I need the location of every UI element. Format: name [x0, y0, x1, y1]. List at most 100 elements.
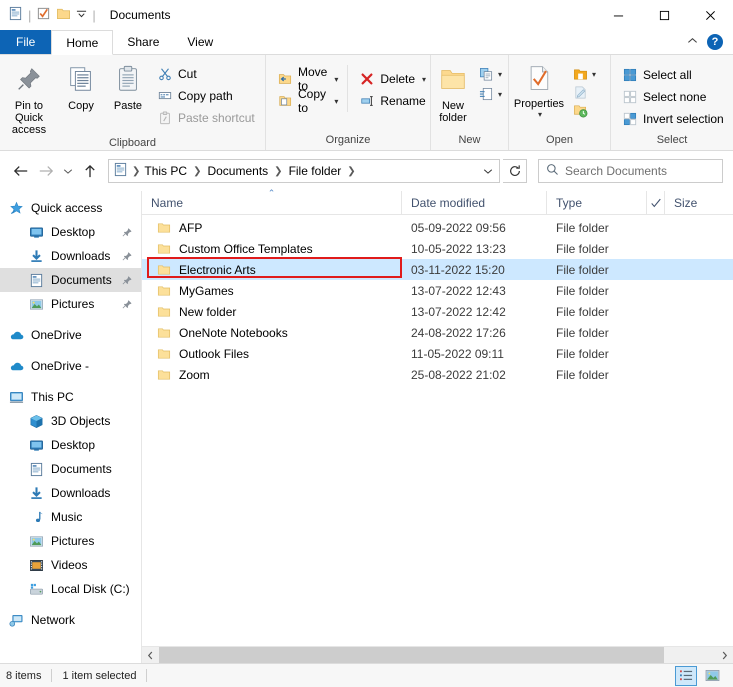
chevron-down-icon-6[interactable]: ▾ [538, 110, 542, 119]
pictures-icon-2 [28, 533, 44, 549]
sidebar-item-pictures[interactable]: Pictures [0, 292, 141, 316]
table-row[interactable]: New folder 13-07-2022 12:42 File folder [142, 301, 733, 322]
delete-button[interactable]: Delete ▾ [354, 68, 431, 90]
new-folder-button[interactable]: New folder [431, 60, 475, 124]
pin-to-quick-access-label: Pin to Quick access [11, 100, 47, 136]
column-header-size[interactable]: Size [665, 191, 733, 214]
invert-selection-button[interactable]: Invert selection [617, 108, 729, 130]
sidebar-item-documents-2[interactable]: Documents [0, 457, 141, 481]
sidebar-item-onedrive[interactable]: OneDrive [0, 323, 141, 347]
select-none-button[interactable]: Select none [617, 86, 729, 108]
sidebar-item-this-pc[interactable]: This PC [0, 385, 141, 409]
sidebar-item-downloads[interactable]: Downloads [0, 244, 141, 268]
back-button[interactable] [10, 159, 32, 183]
large-icons-view-button[interactable] [701, 666, 723, 686]
table-row[interactable]: AFP 05-09-2022 09:56 File folder [142, 217, 733, 238]
maximize-button[interactable] [641, 0, 687, 30]
scrollbar-track[interactable] [664, 646, 716, 664]
breadcrumb-bar[interactable]: ❯ This PC ❯ Documents ❯ File folder ❯ [108, 159, 500, 183]
select-all-button[interactable]: Select all [617, 64, 729, 86]
sort-ascending-icon: ⌃ [267, 188, 276, 198]
up-button[interactable] [79, 159, 101, 183]
chevron-down-icon-7[interactable]: ▾ [592, 70, 596, 79]
pin-to-quick-access-button[interactable]: Pin to Quick access [0, 60, 58, 136]
breadcrumb-item-file-folder[interactable]: File folder [286, 163, 345, 179]
sidebar-item-onedrive-business[interactable]: OneDrive - [0, 354, 141, 378]
close-button[interactable] [687, 0, 733, 30]
paste-button[interactable]: Paste [104, 60, 152, 112]
chevron-up-icon[interactable] [687, 36, 698, 48]
chevron-down-icon[interactable]: ▾ [334, 75, 338, 84]
sidebar-item-videos[interactable]: Videos [0, 553, 141, 577]
table-row[interactable]: Zoom 25-08-2022 21:02 File folder [142, 364, 733, 385]
scrollbar-thumb[interactable] [159, 646, 664, 664]
sidebar-item-3d-objects[interactable]: 3D Objects [0, 409, 141, 433]
status-divider-1 [51, 669, 53, 682]
sidebar-item-pictures-2[interactable]: Pictures [0, 529, 141, 553]
help-button[interactable]: ? [707, 34, 723, 50]
scroll-right-button[interactable] [716, 646, 733, 664]
search-input[interactable]: Search Documents [565, 164, 667, 178]
edit-button[interactable] [569, 83, 599, 101]
table-row[interactable]: Outlook Files 11-05-2022 09:11 File fold… [142, 343, 733, 364]
search-box[interactable]: Search Documents [538, 159, 723, 183]
details-view-button[interactable] [675, 665, 697, 686]
pin-icon-documents[interactable] [119, 272, 135, 288]
copy-to-button[interactable]: Copy to ▾ [272, 87, 343, 115]
open-folder-button[interactable]: ▾ [569, 65, 599, 83]
horizontal-scrollbar[interactable] [142, 646, 733, 664]
properties-button[interactable]: Properties ▾ [509, 60, 569, 119]
copy-button[interactable]: Copy [58, 60, 104, 112]
scroll-left-button[interactable] [142, 646, 159, 664]
column-header-checkmark[interactable] [647, 191, 665, 214]
tab-view[interactable]: View [173, 30, 227, 54]
paste-icon [113, 64, 143, 97]
chevron-down-icon-3[interactable]: ▾ [422, 75, 426, 84]
table-row[interactable]: MyGames 13-07-2022 12:43 File folder [142, 280, 733, 301]
sidebar-item-quick-access[interactable]: Quick access [0, 196, 141, 220]
pin-icon-pictures[interactable] [119, 296, 135, 312]
folder-icon[interactable] [56, 6, 71, 24]
document-properties-icon[interactable] [8, 6, 23, 24]
file-rows: AFP 05-09-2022 09:56 File folder Custom … [142, 215, 733, 646]
chevron-down-icon-4[interactable]: ▾ [498, 70, 502, 79]
minimize-button[interactable] [595, 0, 641, 30]
pin-icon-desktop[interactable] [119, 224, 135, 240]
tab-home[interactable]: Home [51, 30, 114, 55]
sidebar-item-documents[interactable]: Documents [0, 268, 141, 292]
breadcrumb-item-documents[interactable]: Documents [204, 163, 271, 179]
recent-locations-button[interactable] [60, 159, 76, 183]
tab-share[interactable]: Share [113, 30, 173, 54]
chevron-down-icon-5[interactable]: ▾ [498, 90, 502, 99]
refresh-button[interactable] [503, 159, 527, 183]
checkbox-icon[interactable] [36, 6, 51, 24]
sidebar-item-music[interactable]: Music [0, 505, 141, 529]
copy-path-button[interactable]: Copy path [152, 85, 260, 107]
table-row[interactable]: OneNote Notebooks 24-08-2022 17:26 File … [142, 322, 733, 343]
dropdown-caret-icon[interactable] [76, 8, 87, 22]
sidebar-item-downloads-2[interactable]: Downloads [0, 481, 141, 505]
sidebar-item-local-disk[interactable]: Local Disk (C:) [0, 577, 141, 601]
address-dropdown-button[interactable] [479, 167, 497, 175]
easy-access-button[interactable]: ▾ [475, 85, 505, 103]
sidebar-item-network[interactable]: Network [0, 608, 141, 632]
table-row[interactable]: Custom Office Templates 10-05-2022 13:23… [142, 238, 733, 259]
forward-button[interactable] [35, 159, 57, 183]
new-item-button[interactable]: ▾ [475, 65, 505, 83]
sidebar-item-desktop-2[interactable]: Desktop [0, 433, 141, 457]
rename-button[interactable]: Rename [354, 90, 431, 112]
column-header-date-modified[interactable]: Date modified [402, 191, 547, 214]
downloads-icon [28, 248, 44, 264]
cut-button[interactable]: Cut [152, 63, 260, 85]
chevron-down-icon-2[interactable]: ▾ [334, 97, 338, 106]
history-button[interactable] [569, 101, 599, 119]
network-icon [8, 612, 24, 628]
sidebar-item-desktop[interactable]: Desktop [0, 220, 141, 244]
paste-shortcut-button[interactable]: Paste shortcut [152, 107, 260, 129]
table-row-selected[interactable]: Electronic Arts 03-11-2022 15:20 File fo… [142, 259, 733, 280]
column-header-type[interactable]: Type [547, 191, 647, 214]
tab-file[interactable]: File [0, 30, 52, 54]
pin-icon-downloads[interactable] [119, 248, 135, 264]
breadcrumb-item-this-pc[interactable]: This PC [141, 163, 190, 179]
column-header-name[interactable]: ⌃ Name [142, 188, 402, 214]
